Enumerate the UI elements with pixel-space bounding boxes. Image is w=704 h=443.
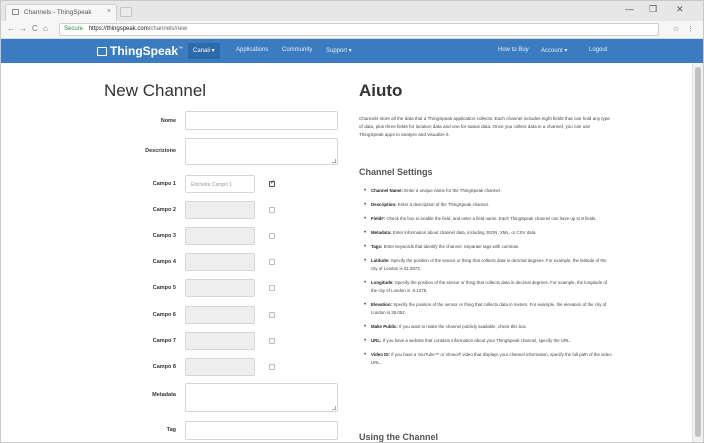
nav-support[interactable]: Support ▾	[326, 47, 352, 54]
tab-title: Channels - ThingSpeak	[23, 9, 92, 16]
field4-enable-checkbox[interactable]	[269, 259, 275, 265]
field3-label: Campo 3	[152, 233, 176, 239]
url-domain: https://thingspeak.com	[88, 26, 149, 32]
help-item-longitude: Longitude: Specify the position of the s…	[363, 279, 613, 295]
browser-tab[interactable]: Channels - ThingSpeak ×	[5, 4, 117, 21]
browser-window: Channels - ThingSpeak × — ❐ ✕ ← → C ⌂ Se…	[0, 0, 704, 443]
description-input[interactable]	[185, 138, 338, 165]
help-item-tags: Tags: Enter keywords that identify the c…	[363, 243, 613, 251]
field5-enable-checkbox[interactable]	[269, 285, 275, 291]
field4-label: Campo 4	[152, 259, 176, 265]
help-item-latitude: Latitude: Specify the position of the se…	[363, 257, 613, 273]
help-item-description: Description: Enter a description of the …	[363, 201, 613, 209]
field7-label: Campo 7	[152, 338, 176, 344]
field7-input[interactable]	[185, 332, 255, 350]
home-icon[interactable]: ⌂	[43, 24, 48, 33]
field3-input[interactable]	[185, 227, 255, 245]
forward-icon[interactable]: →	[19, 24, 27, 33]
reload-icon[interactable]: C	[32, 24, 38, 33]
name-label: Nome	[160, 118, 176, 124]
tab-bar: Channels - ThingSpeak × — ❐ ✕	[1, 1, 703, 21]
help-item-metadata: Metadata: Enter information about channe…	[363, 229, 613, 237]
maximize-button[interactable]: ❐	[649, 4, 657, 15]
field5-label: Campo 5	[152, 285, 176, 291]
field4-input[interactable]	[185, 253, 255, 271]
browser-menu-icon[interactable]: ☆ ⋮	[673, 25, 697, 33]
field8-input[interactable]	[185, 358, 255, 376]
resize-handle-icon[interactable]	[332, 159, 336, 163]
scrollbar-thumb[interactable]	[695, 67, 701, 437]
field2-input[interactable]	[185, 201, 255, 219]
minimize-button[interactable]: —	[625, 4, 634, 14]
field2-label: Campo 2	[152, 207, 176, 213]
page-favicon-icon	[12, 9, 19, 15]
metadata-input[interactable]	[185, 383, 338, 412]
nav-applications[interactable]: Applications	[236, 47, 268, 53]
field1-input[interactable]: Etichetta Campo 1	[185, 175, 255, 193]
help-item-make-public: Make Public: If you want to make the cha…	[363, 323, 613, 331]
field7-enable-checkbox[interactable]	[269, 338, 275, 344]
help-item-field: Field#: Check the box to enable the fiel…	[363, 215, 613, 223]
help-intro: Channels store all the data that a Thing…	[359, 116, 610, 137]
new-tab-button[interactable]	[120, 7, 132, 17]
thingspeak-logo-icon	[97, 47, 107, 56]
url-path: /channels/new	[148, 26, 188, 32]
channel-settings-title: Channel Settings	[359, 167, 433, 177]
using-channel-title: Using the Channel	[359, 432, 439, 442]
description-label: Descrizione	[145, 148, 176, 154]
site-navbar: ThingSpeak™ Canali ▾ Applications Commun…	[1, 39, 703, 63]
field1-label: Campo 1	[152, 181, 176, 187]
field3-enable-checkbox[interactable]	[269, 233, 275, 239]
field6-label: Campo 6	[152, 312, 176, 318]
page-title: New Channel	[104, 81, 207, 100]
nav-account[interactable]: Account ▾	[541, 47, 567, 54]
nav-canali[interactable]: Canali ▾	[188, 43, 220, 59]
nav-community[interactable]: Community	[282, 47, 312, 53]
help-item-video-id: Video ID: If you have a YouTube™ or Vime…	[363, 351, 613, 367]
nav-how-to-buy[interactable]: How to Buy	[498, 47, 529, 53]
back-icon[interactable]: ←	[7, 24, 15, 33]
help-title: Aiuto	[359, 81, 403, 100]
field1-placeholder: Etichetta Campo 1	[191, 182, 233, 188]
tag-input[interactable]	[185, 421, 338, 440]
field6-input[interactable]	[185, 306, 255, 324]
name-input[interactable]	[185, 111, 338, 130]
field8-label: Campo 8	[152, 364, 176, 370]
close-window-button[interactable]: ✕	[676, 4, 684, 15]
metadata-label: Metadata	[152, 392, 176, 398]
field2-enable-checkbox[interactable]	[269, 207, 275, 213]
address-bar-row: ← → C ⌂ Secure https://thingspeak.com/ch…	[1, 21, 703, 39]
resize-handle-icon[interactable]	[332, 406, 336, 410]
help-item-url: URL: If you have a website that contains…	[363, 337, 613, 345]
field8-enable-checkbox[interactable]	[269, 364, 275, 370]
close-tab-icon[interactable]: ×	[107, 8, 111, 15]
help-item-channel-name: Channel Name: Enter a unique name for th…	[363, 187, 613, 195]
field1-enable-checkbox[interactable]	[269, 179, 275, 187]
channel-settings-list: Channel Name: Enter a unique name for th…	[363, 187, 613, 373]
secure-indicator[interactable]: Secure	[64, 26, 83, 32]
brand-tm: ™	[178, 46, 184, 52]
nav-logout[interactable]: Logout	[589, 47, 607, 53]
tag-label: Tag	[166, 427, 176, 433]
page-scrollbar[interactable]	[692, 63, 703, 442]
url-input[interactable]: Secure https://thingspeak.com/channels/n…	[59, 23, 659, 36]
help-item-elevation: Elevation: Specify the position of the s…	[363, 301, 613, 317]
thingspeak-logo[interactable]: ThingSpeak™	[97, 44, 183, 58]
brand-name: ThingSpeak	[110, 44, 179, 58]
field5-input[interactable]	[185, 279, 255, 297]
field6-enable-checkbox[interactable]	[269, 312, 275, 318]
